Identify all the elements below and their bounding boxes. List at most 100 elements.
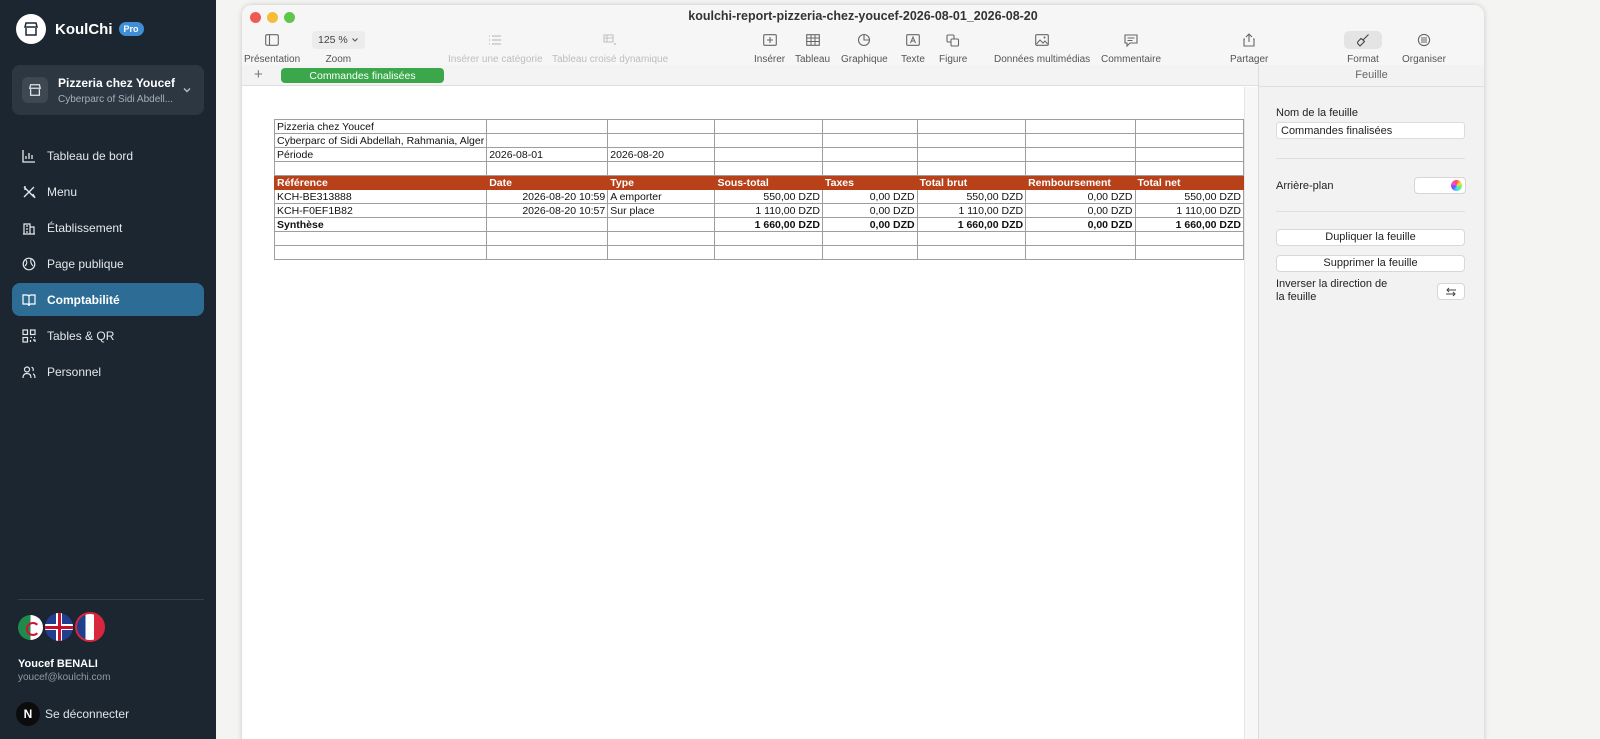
comment-button[interactable]: Commentaire [1101,31,1161,65]
flag-uk-icon[interactable] [45,613,73,641]
table-cell[interactable] [1134,231,1244,246]
table-cell[interactable]: 0,00 DZD [1025,203,1136,218]
swap-direction-button[interactable] [1437,283,1465,300]
table-cell[interactable] [916,119,1027,134]
sheet-tab-active[interactable]: Commandes finalisées [281,68,444,83]
table-cell[interactable]: Remboursement [1025,175,1136,190]
table-cell[interactable]: KCH-BE313888 [273,189,488,204]
table-cell[interactable] [273,245,488,260]
insert-button[interactable]: Insérer [754,31,785,65]
table-cell[interactable] [916,133,1027,148]
table-cell[interactable] [821,231,918,246]
table-cell[interactable] [821,133,918,148]
sidebar-item-establishment[interactable]: Établissement [12,211,204,244]
zoom-control[interactable]: 125 % Zoom [312,31,365,65]
sidebar-item-dashboard[interactable]: Tableau de bord [12,139,204,172]
table-row[interactable]: KCH-F0EF1B82 2026-08-20 10:57 Sur place 1 1… [273,203,1244,218]
table-cell[interactable] [821,161,918,176]
table-cell[interactable]: Type [607,175,716,190]
sheet-name-input[interactable]: Commandes finalisées [1276,122,1465,139]
table-cell[interactable]: Synthèse [273,217,488,232]
table-cell[interactable]: Référence [273,175,488,190]
table-cell[interactable]: Taxes [821,175,918,190]
table-cell[interactable]: 1 110,00 DZD [1134,203,1244,218]
zoom-select[interactable]: 125 % [312,31,365,49]
table-cell[interactable] [714,133,823,148]
table-cell[interactable] [486,133,609,148]
table-cell[interactable]: 0,00 DZD [821,189,918,204]
table-cell[interactable] [486,231,609,246]
table-cell[interactable]: 1 660,00 DZD [916,217,1027,232]
table-cell[interactable] [486,161,609,176]
table-cell[interactable] [607,119,716,134]
venue-switcher[interactable]: Pizzeria chez Youcef Cyberparc of Sidi A… [12,65,204,115]
table-cell[interactable]: 0,00 DZD [1025,189,1136,204]
table-cell[interactable]: 550,00 DZD [714,189,823,204]
table-cell[interactable] [1134,133,1244,148]
table-cell[interactable]: Pizzeria chez Youcef [273,119,488,134]
background-color-well[interactable] [1414,177,1466,194]
table-cell[interactable] [821,245,918,260]
table-cell[interactable] [607,245,716,260]
table-cell[interactable] [916,231,1027,246]
insert-category-button[interactable]: Insérer une catégorie [448,31,543,65]
duplicate-sheet-button[interactable]: Dupliquer la feuille [1276,229,1465,246]
table-cell[interactable]: 0,00 DZD [821,217,918,232]
table-cell[interactable]: Période [273,147,488,162]
sidebar-item-public-page[interactable]: Page publique [12,247,204,280]
format-button[interactable]: Format [1344,31,1382,65]
table-cell[interactable]: 1 110,00 DZD [714,203,823,218]
table-cell[interactable] [273,161,488,176]
brand[interactable]: KoulChi Pro [16,14,144,44]
table-cell[interactable] [1025,119,1136,134]
table-row[interactable]: Synthèse 1 660,00 DZD 0,00 DZD 1 660,00 DZD… [273,217,1244,232]
table-cell[interactable]: 1 660,00 DZD [1134,217,1244,232]
sidebar-item-tables-qr[interactable]: Tables & QR [12,319,204,352]
table-cell[interactable]: Date [486,175,609,190]
table-cell[interactable]: Total brut [916,175,1027,190]
table-row[interactable] [273,161,1244,176]
vertical-scrollbar[interactable] [1244,87,1258,739]
delete-sheet-button[interactable]: Supprimer la feuille [1276,255,1465,272]
inspector-tab-sheet[interactable]: Feuille [1259,65,1484,87]
table-cell[interactable]: A emporter [607,189,716,204]
table-cell[interactable] [607,217,716,232]
table-cell[interactable]: 0,00 DZD [1025,217,1136,232]
chart-button[interactable]: Graphique [841,31,888,65]
flag-france-icon[interactable] [75,612,105,642]
table-cell[interactable] [1134,147,1244,162]
table-row[interactable]: Pizzeria chez Youcef [273,119,1244,134]
table-cell[interactable]: Cyberparc of Sidi Abdellah, Rahmania, Al… [273,133,488,148]
table-row[interactable]: KCH-BE313888 2026-08-20 10:59 A emporter 55… [273,189,1244,204]
table-cell[interactable] [607,231,716,246]
table-cell[interactable] [1134,119,1244,134]
sidebar-item-menu[interactable]: Menu [12,175,204,208]
table-cell[interactable] [714,119,823,134]
table-cell[interactable]: Total net [1134,175,1244,190]
table-cell[interactable] [821,147,918,162]
text-button[interactable]: Texte [901,31,925,65]
table-cell[interactable] [607,161,716,176]
organize-button[interactable]: Organiser [1402,31,1446,65]
table-row[interactable]: Période 2026-08-01 2026-08-20 [273,147,1244,162]
pivot-table-button[interactable]: Tableau croisé dynamique [552,31,668,65]
table-cell[interactable] [486,217,609,232]
table-cell[interactable]: 2026-08-20 10:57 [486,203,609,218]
media-button[interactable]: Données multimédias [994,31,1090,65]
table-cell[interactable] [821,119,918,134]
table-cell[interactable]: Sur place [607,203,716,218]
table-row[interactable]: Cyberparc of Sidi Abdellah, Rahmania, Al… [273,133,1244,148]
table-row[interactable] [273,245,1244,260]
table-cell[interactable]: 0,00 DZD [821,203,918,218]
table-cell[interactable]: 550,00 DZD [1134,189,1244,204]
table-cell[interactable] [273,231,488,246]
add-sheet-button[interactable]: + [254,67,263,83]
table-row[interactable] [273,231,1244,246]
table-cell[interactable]: 2026-08-20 10:59 [486,189,609,204]
table-cell[interactable] [1025,245,1136,260]
table-cell[interactable] [714,147,823,162]
logout-button[interactable]: N Se déconnecter [16,702,129,726]
share-button[interactable]: Partager [1230,31,1268,65]
table-cell[interactable] [607,133,716,148]
table-cell[interactable]: 2026-08-01 [486,147,609,162]
